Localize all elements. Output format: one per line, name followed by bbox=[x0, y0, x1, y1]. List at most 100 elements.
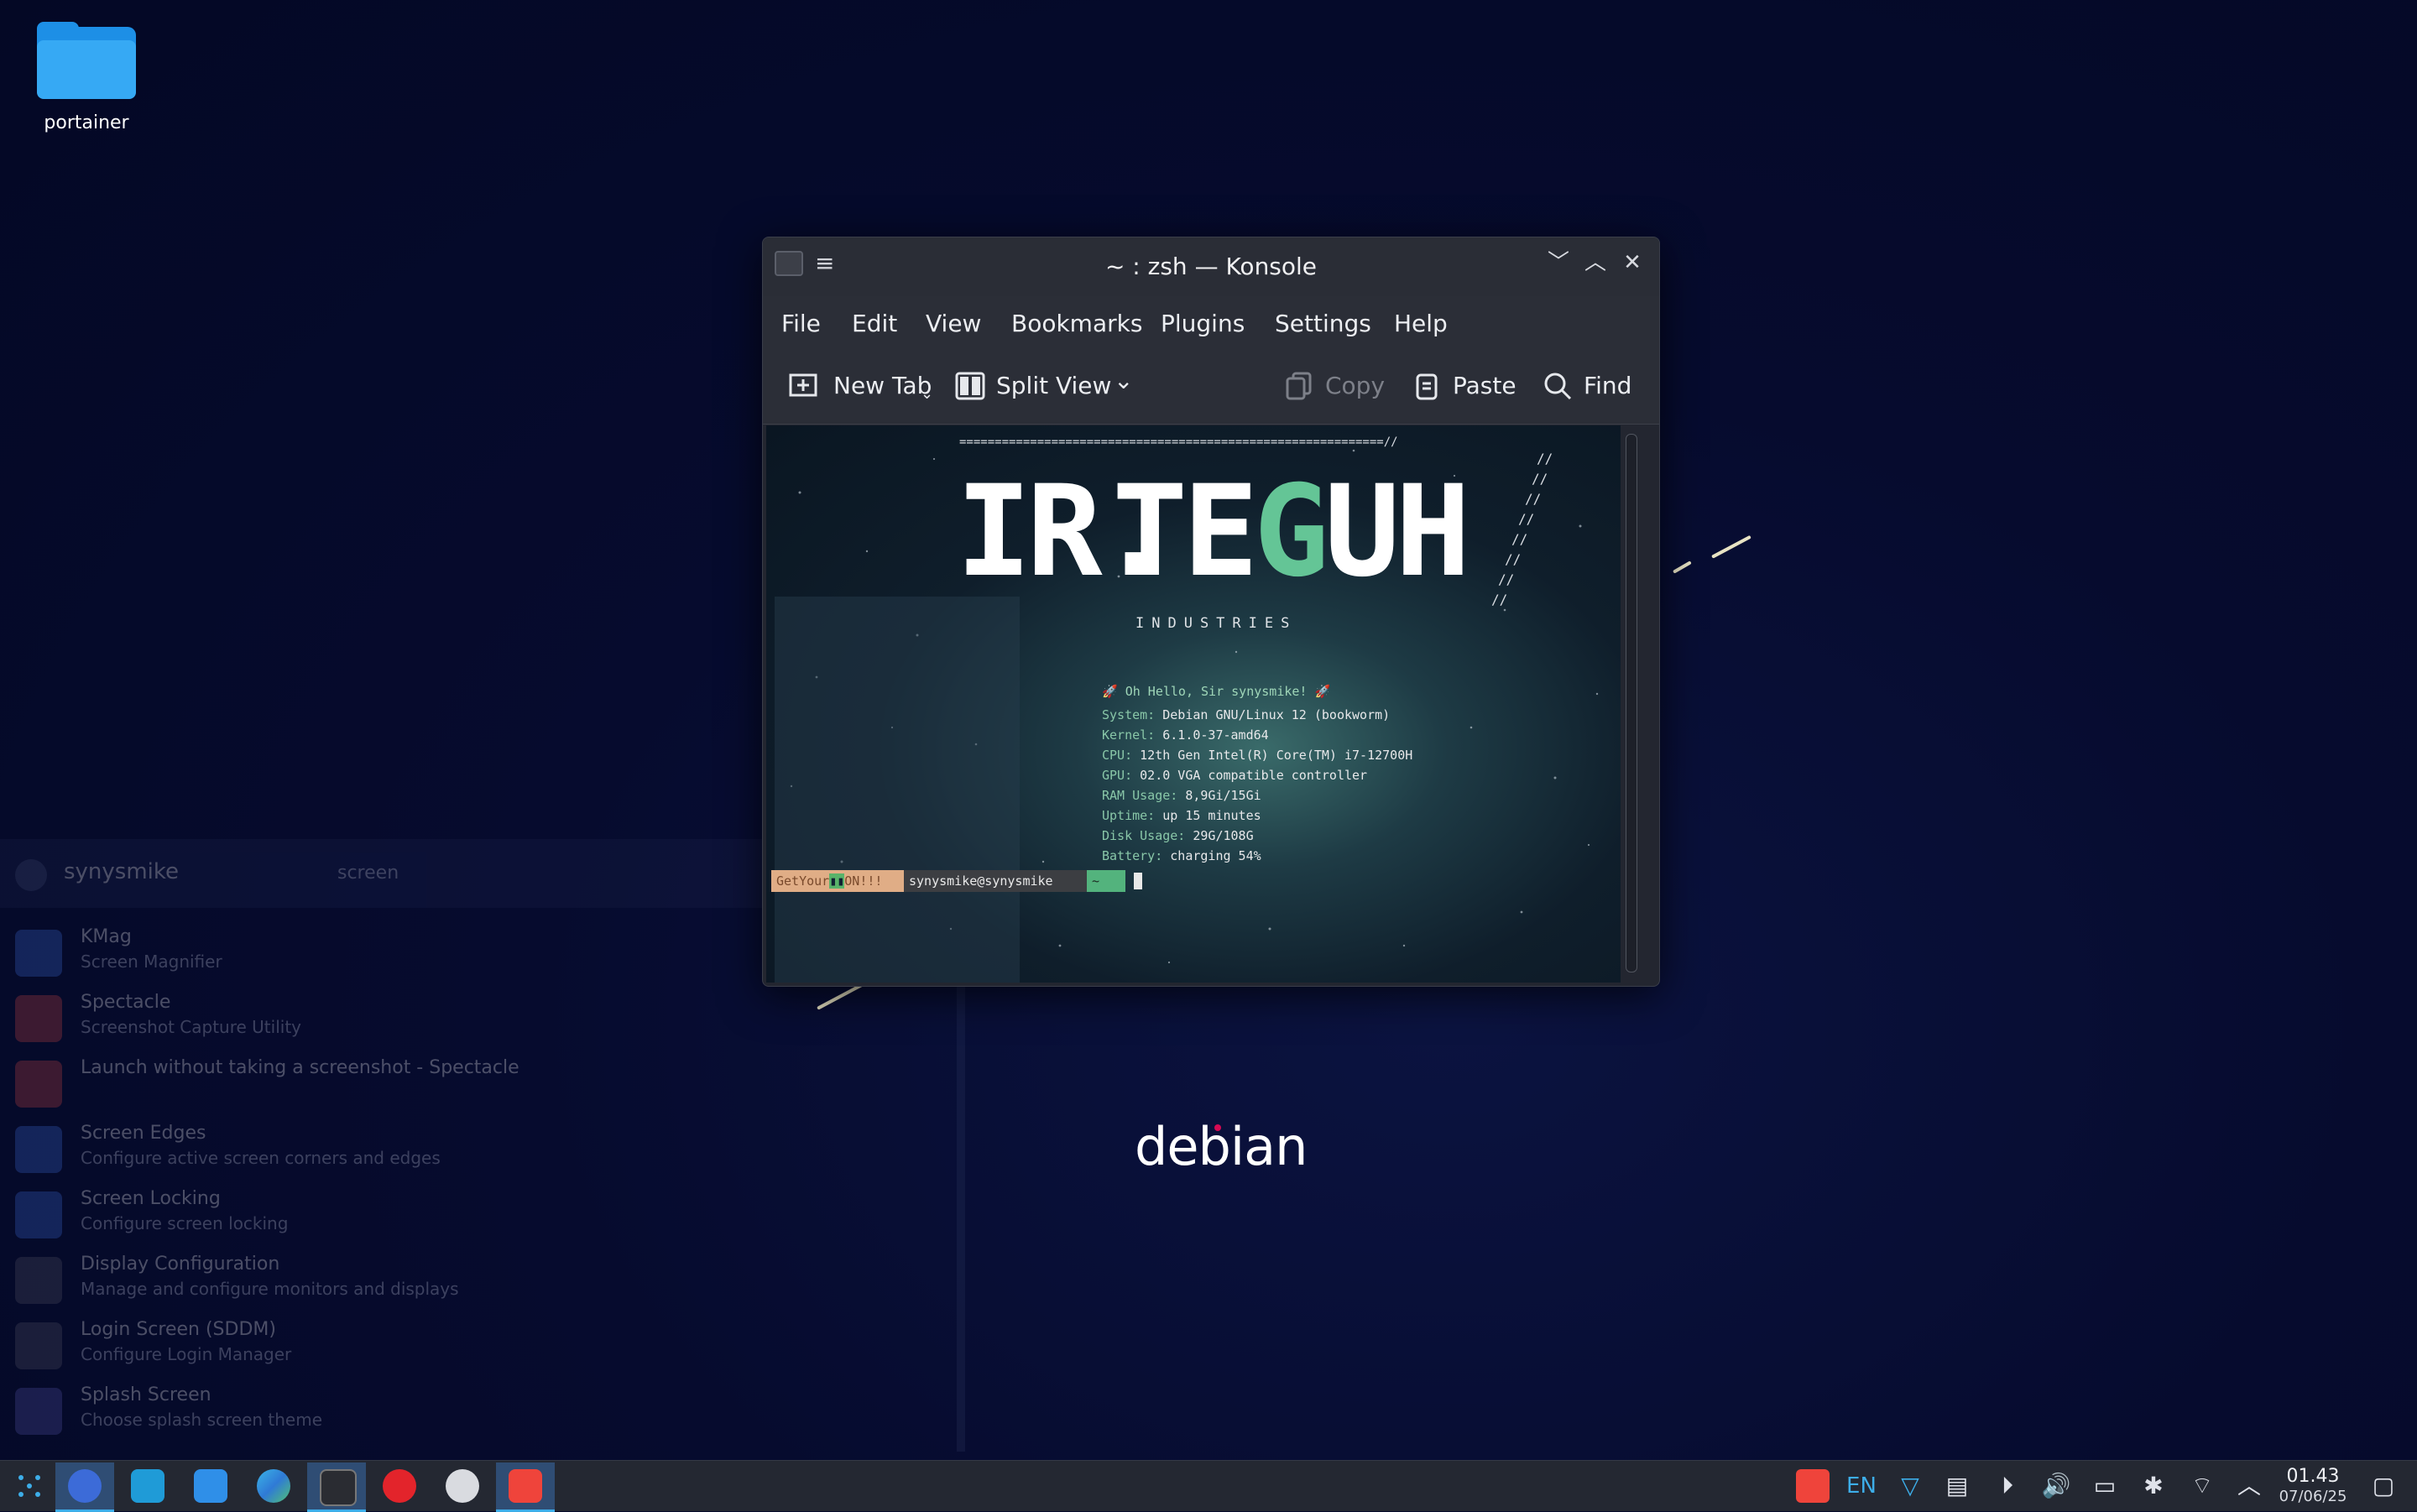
task-edge[interactable] bbox=[244, 1462, 303, 1509]
anydesk-icon bbox=[509, 1469, 542, 1503]
task-discover[interactable] bbox=[118, 1462, 177, 1509]
info-line: Disk Usage: 29G/108G bbox=[1102, 828, 1254, 843]
prompt-directory: ~ bbox=[1087, 870, 1125, 892]
folder-icon bbox=[194, 1469, 227, 1503]
launcher-result[interactable]: Splash Screen Choose splash screen theme bbox=[0, 1378, 965, 1443]
lock-icon bbox=[15, 1191, 62, 1238]
launcher-result[interactable]: Display Configuration Manage and configur… bbox=[0, 1247, 965, 1312]
menu-help[interactable]: Help bbox=[1394, 310, 1448, 337]
wifi-icon[interactable]: ⌔ bbox=[2185, 1469, 2219, 1503]
prompt-segment-text: ON!!! bbox=[844, 873, 883, 889]
menu-plugins[interactable]: Plugins bbox=[1161, 310, 1245, 337]
media-player-icon[interactable]: ⏵ bbox=[1991, 1469, 2024, 1503]
terminal-scrollbar[interactable] bbox=[1626, 434, 1637, 972]
banner-slash: // bbox=[1498, 571, 1515, 587]
info-value: up 15 minutes bbox=[1162, 808, 1261, 823]
banner-slash: // bbox=[1537, 451, 1553, 467]
banner-title-uh: UH bbox=[1323, 459, 1471, 605]
info-key: Uptime: bbox=[1102, 808, 1156, 823]
launcher-result[interactable]: Screen Locking Configure screen locking bbox=[0, 1181, 965, 1247]
bluetooth-icon[interactable]: ✱ bbox=[2137, 1469, 2170, 1503]
desktop-icon-portainer[interactable]: portainer bbox=[25, 22, 148, 133]
clipboard-icon[interactable]: ▤ bbox=[1940, 1469, 1974, 1503]
terminal-view[interactable]: ========================================… bbox=[766, 425, 1621, 983]
result-title: Spectacle bbox=[81, 992, 171, 1013]
result-title: Splash Screen bbox=[81, 1384, 211, 1405]
menu-file[interactable]: File bbox=[781, 310, 821, 337]
background-panel bbox=[775, 597, 1020, 983]
store-icon bbox=[131, 1469, 164, 1503]
window-titlebar[interactable]: ≡ ~ : zsh — Konsole ﹀ ︿ ✕ bbox=[763, 237, 1659, 296]
keyboard-layout[interactable]: EN bbox=[1845, 1469, 1878, 1503]
screen-edges-icon bbox=[15, 1126, 62, 1173]
prompt-segment-text: GetYour bbox=[776, 873, 830, 889]
konsole-window[interactable]: ≡ ~ : zsh — Konsole ﹀ ︿ ✕ File Edit View… bbox=[762, 237, 1660, 987]
result-subtitle: Screenshot Capture Utility bbox=[81, 1017, 301, 1037]
new-tab-icon bbox=[789, 373, 817, 397]
task-youtube-music[interactable] bbox=[370, 1462, 429, 1509]
splash-icon bbox=[15, 1388, 62, 1435]
kde-launcher-icon bbox=[18, 1475, 40, 1497]
clock-time[interactable]: 01.43 bbox=[2279, 1466, 2347, 1487]
folder-icon bbox=[37, 22, 136, 99]
application-launcher-button[interactable] bbox=[0, 1462, 59, 1509]
volume-icon[interactable]: 🔊 bbox=[2039, 1469, 2073, 1503]
info-line: Battery: charging 54% bbox=[1102, 848, 1261, 863]
new-tab-dropdown-chevron-icon[interactable]: ⌄ bbox=[921, 385, 933, 403]
clock-date[interactable]: 07/06/25 bbox=[2274, 1488, 2352, 1505]
result-title: Screen Locking bbox=[81, 1188, 221, 1209]
copy-button[interactable]: Copy bbox=[1325, 372, 1385, 399]
menu-bar: File Edit View Bookmarks Plugins Setting… bbox=[763, 296, 1659, 352]
debian-logo: debian bbox=[1135, 1116, 1308, 1177]
task-konsole[interactable] bbox=[307, 1462, 366, 1512]
banner-slash: // bbox=[1525, 491, 1542, 507]
task-files[interactable] bbox=[181, 1462, 240, 1509]
info-value: 8,9Gi/15Gi bbox=[1185, 788, 1261, 803]
split-view-button[interactable]: Split View bbox=[996, 372, 1111, 399]
task-xmind[interactable] bbox=[433, 1462, 492, 1509]
result-title: KMag bbox=[81, 926, 132, 947]
launcher-result[interactable]: Screen Edges Configure active screen corn… bbox=[0, 1116, 965, 1181]
prompt-segment-badge: ▮▮ bbox=[829, 873, 845, 889]
result-title: Launch without taking a screenshot - Spe… bbox=[81, 1057, 519, 1078]
menu-settings[interactable]: Settings bbox=[1275, 310, 1371, 337]
new-tab-button[interactable]: New Tab bbox=[833, 372, 932, 399]
task-anydesk[interactable] bbox=[496, 1462, 555, 1512]
result-subtitle: Manage and configure monitors and displa… bbox=[81, 1279, 459, 1299]
find-button[interactable]: Find bbox=[1584, 372, 1631, 399]
menu-edit[interactable]: Edit bbox=[852, 310, 897, 337]
battery-icon[interactable]: ▭ bbox=[2088, 1469, 2122, 1503]
info-value: 12th Gen Intel(R) Core(TM) i7-12700H bbox=[1140, 748, 1413, 763]
vpn-icon[interactable]: ▽ bbox=[1893, 1469, 1927, 1503]
search-icon bbox=[1544, 373, 1572, 400]
show-desktop-icon[interactable]: ▢ bbox=[2367, 1469, 2400, 1503]
taskbar: EN ▽ ▤ ⏵ 🔊 ▭ ✱ ⌔ ︿ 01.43 07/06/25 ▢ bbox=[0, 1460, 2417, 1512]
menu-bookmarks[interactable]: Bookmarks bbox=[1011, 310, 1142, 337]
anydesk-tray-icon[interactable] bbox=[1796, 1469, 1830, 1503]
result-title: Login Screen (SDDM) bbox=[81, 1319, 276, 1340]
launcher-result[interactable]: Launch without taking a screenshot - Spe… bbox=[0, 1051, 965, 1116]
paste-button[interactable]: Paste bbox=[1453, 372, 1516, 399]
info-line: Uptime: up 15 minutes bbox=[1102, 808, 1261, 823]
tray-expand-chevron-icon[interactable]: ︿ bbox=[2232, 1469, 2266, 1503]
close-button[interactable]: ✕ bbox=[1617, 248, 1647, 278]
launcher-result[interactable]: Login Screen (SDDM) Configure Login Manag… bbox=[0, 1312, 965, 1378]
paste-icon bbox=[1416, 373, 1438, 400]
menu-view[interactable]: View bbox=[926, 310, 981, 337]
info-key: RAM Usage: bbox=[1102, 788, 1178, 803]
banner-slash: // bbox=[1505, 551, 1522, 567]
debian-logo-dot bbox=[1214, 1124, 1221, 1131]
split-view-chevron-down-icon[interactable]: ⌄ bbox=[1114, 367, 1133, 394]
toolbar: New Tab ⌄ Split View ⌄ Copy Paste Find bbox=[763, 352, 1659, 425]
info-line: CPU: 12th Gen Intel(R) Core(TM) i7-12700… bbox=[1102, 748, 1412, 763]
task-settings[interactable] bbox=[55, 1462, 114, 1512]
result-title: Display Configuration bbox=[81, 1254, 280, 1275]
maximize-button[interactable]: ︿ bbox=[1580, 248, 1610, 278]
info-line: Kernel: 6.1.0-37-amd64 bbox=[1102, 727, 1269, 743]
window-title: ~ : zsh — Konsole bbox=[1104, 253, 1318, 280]
minimize-button[interactable]: ﹀ bbox=[1543, 248, 1574, 278]
launcher-result[interactable]: Spectacle Screenshot Capture Utility bbox=[0, 985, 965, 1051]
launcher-search-input[interactable]: screen bbox=[337, 863, 399, 884]
info-key: GPU: bbox=[1102, 768, 1133, 783]
camera-icon bbox=[15, 1061, 62, 1108]
